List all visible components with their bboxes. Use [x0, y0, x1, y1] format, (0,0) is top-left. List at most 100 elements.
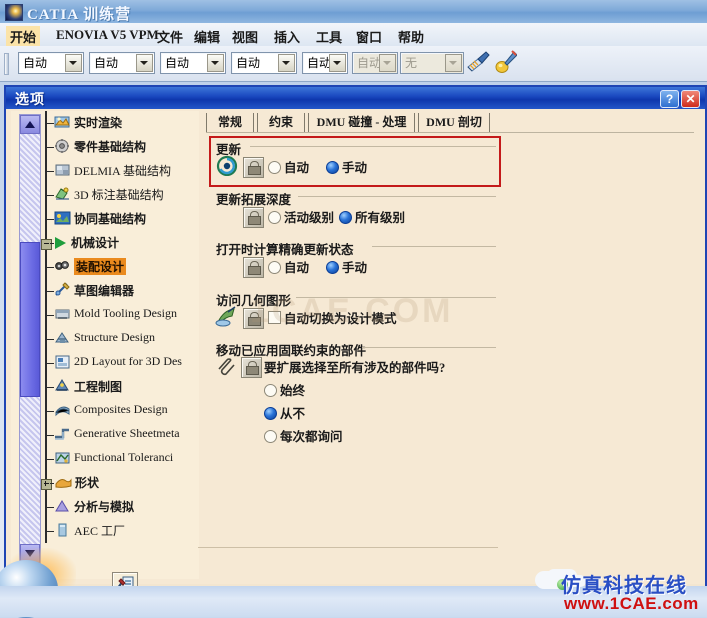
- label-auto-switch-design-mode: 自动切换为设计模式: [284, 312, 397, 326]
- tree-item-label: Composites Design: [74, 402, 168, 416]
- help-button[interactable]: ?: [660, 90, 679, 108]
- label-depth-all-levels: 所有级别: [355, 211, 406, 225]
- lock-icon-access-geometry[interactable]: [243, 308, 264, 329]
- tree-elbow: [45, 411, 54, 412]
- toolbar-combo-3[interactable]: 自动: [160, 52, 226, 74]
- sheetmetal-icon: [54, 426, 71, 442]
- catia-logo-icon: [5, 4, 23, 21]
- menu-item-tools[interactable]: 工具: [312, 26, 346, 47]
- radio-update-automatic[interactable]: [268, 161, 281, 174]
- chevron-down-icon[interactable]: [278, 54, 295, 72]
- tree-item-label: 实时渲染: [74, 116, 123, 130]
- radio-expand-never[interactable]: [264, 407, 277, 420]
- menu-item-view[interactable]: 视图: [228, 26, 262, 47]
- tree-scrollbar[interactable]: [19, 114, 41, 564]
- analysis-simulation-icon: [54, 498, 71, 514]
- tree-elbow: [45, 435, 54, 436]
- radio-status-manual[interactable]: [326, 261, 339, 274]
- tree-elbow: [50, 243, 54, 244]
- collapse-expander-icon[interactable]: [41, 239, 52, 250]
- tree-elbow: [45, 363, 54, 364]
- tree-item-label: Structure Design: [74, 330, 155, 344]
- menu-item-window[interactable]: 窗口: [352, 26, 386, 47]
- radio-expand-ask-each-time[interactable]: [264, 430, 277, 443]
- scroll-up-arrow-icon[interactable]: [20, 115, 40, 134]
- geometry-access-icon: [215, 306, 239, 327]
- section-rule: [372, 246, 496, 247]
- section-rule: [362, 347, 496, 348]
- tab-bar: 常规 约束 DMU 碰撞 - 处理 DMU 剖切: [206, 113, 696, 133]
- lock-icon-accurate-status[interactable]: [243, 257, 264, 278]
- chevron-down-icon[interactable]: [207, 54, 224, 72]
- tree-item-list: 实时渲染 零件基础结构 DELMIA 基础结构 3D 标注基础结构 协同基础结构…: [41, 111, 199, 566]
- tree-elbow: [45, 339, 54, 340]
- radio-expand-always[interactable]: [264, 384, 277, 397]
- label-status-automatic: 自动: [284, 261, 310, 275]
- catia-application-window: CATIA 训练营 开始 ENOVIA V5 VPM 文件 编辑 视图 插入 工…: [0, 0, 707, 618]
- label-update-automatic: 自动: [284, 161, 310, 175]
- 3d-annotation-icon: [54, 186, 71, 202]
- tree-group-label: 机械设计: [71, 236, 120, 250]
- combo-value: 自动: [307, 56, 331, 70]
- toolbar-combo-1[interactable]: 自动: [18, 52, 84, 74]
- lock-icon-update[interactable]: [243, 157, 264, 178]
- composites-design-icon: [54, 402, 71, 418]
- chevron-down-icon[interactable]: [136, 54, 153, 72]
- app-title: CATIA 训练营: [27, 7, 132, 23]
- chevron-down-icon[interactable]: [65, 54, 82, 72]
- radio-depth-active-level[interactable]: [268, 211, 281, 224]
- menu-bar: 开始 ENOVIA V5 VPM 文件 编辑 视图 插入 工具 窗口 帮助: [0, 23, 707, 47]
- menu-item-help[interactable]: 帮助: [394, 26, 428, 47]
- radio-depth-all-levels[interactable]: [339, 211, 352, 224]
- tab-dmu-clash[interactable]: DMU 碰撞 - 处理: [308, 113, 415, 132]
- menu-item-edit[interactable]: 编辑: [190, 26, 224, 47]
- lock-icon-update-depth[interactable]: [243, 207, 264, 228]
- expand-expander-icon[interactable]: [41, 479, 52, 490]
- delmia-infrastructure-icon: [54, 162, 71, 178]
- shape-group-icon: [55, 474, 72, 490]
- sketcher-icon: [54, 282, 71, 298]
- combo-value: 自动: [357, 56, 381, 70]
- toolbar-combo-6: 自动: [352, 52, 398, 74]
- radio-status-automatic[interactable]: [268, 261, 281, 274]
- tree-elbow: [45, 507, 54, 508]
- 2d-layout-icon: [54, 354, 71, 370]
- close-button[interactable]: ✕: [681, 90, 700, 108]
- menu-item-insert[interactable]: 插入: [270, 26, 304, 47]
- tree-item-label: Generative Sheetmeta: [74, 426, 180, 440]
- section-rule: [298, 196, 496, 197]
- checkbox-auto-switch-design-mode[interactable]: [268, 311, 281, 324]
- toolbar-combo-5[interactable]: 自动: [302, 52, 348, 74]
- combo-value: 自动: [165, 56, 190, 70]
- chevron-down-icon: [445, 54, 462, 72]
- tree-item-label: 零件基础结构: [74, 140, 147, 154]
- label-expand-always: 始终: [280, 384, 306, 398]
- section-rule: [296, 297, 496, 298]
- tree-item-label: 草图编辑器: [74, 284, 135, 298]
- section-rule: [250, 146, 496, 147]
- toolbar-combo-4[interactable]: 自动: [231, 52, 297, 74]
- combo-value: 无: [405, 56, 418, 70]
- lock-icon-move-constrained[interactable]: [241, 357, 262, 378]
- chevron-down-icon[interactable]: [329, 54, 346, 72]
- tab-general[interactable]: 常规: [206, 113, 254, 132]
- toolbar: 自动 自动 自动 自动 自动 自动 无: [0, 46, 707, 82]
- toolbar-grip[interactable]: [4, 53, 9, 75]
- tab-dmu-sectioning[interactable]: DMU 剖切: [418, 113, 490, 132]
- dialog-title-bar[interactable]: 选项 ? ✕: [6, 87, 705, 109]
- category-tree-pane: 实时渲染 零件基础结构 DELMIA 基础结构 3D 标注基础结构 协同基础结构…: [11, 111, 199, 579]
- general-tab-content: 更新 自动 手动 更新拓展深度 活动级别 所有级别 打开时计算精确更新状态 自动…: [206, 135, 696, 575]
- highlighter-pen-icon[interactable]: [495, 50, 518, 73]
- radio-update-manual[interactable]: [326, 161, 339, 174]
- mold-tooling-icon: [54, 306, 71, 322]
- toolbar-combo-2[interactable]: 自动: [89, 52, 155, 74]
- menu-item-file[interactable]: 文件: [153, 26, 187, 47]
- menu-item-enovia[interactable]: ENOVIA V5 VPM: [52, 26, 163, 44]
- paintbrush-icon[interactable]: [466, 51, 490, 73]
- tree-elbow: [45, 291, 54, 292]
- chevron-down-icon: [379, 54, 396, 72]
- menu-item-start[interactable]: 开始: [6, 26, 41, 47]
- realtime-render-icon: [54, 114, 71, 130]
- scrollbar-thumb[interactable]: [20, 242, 40, 397]
- tab-constraints[interactable]: 约束: [257, 113, 305, 132]
